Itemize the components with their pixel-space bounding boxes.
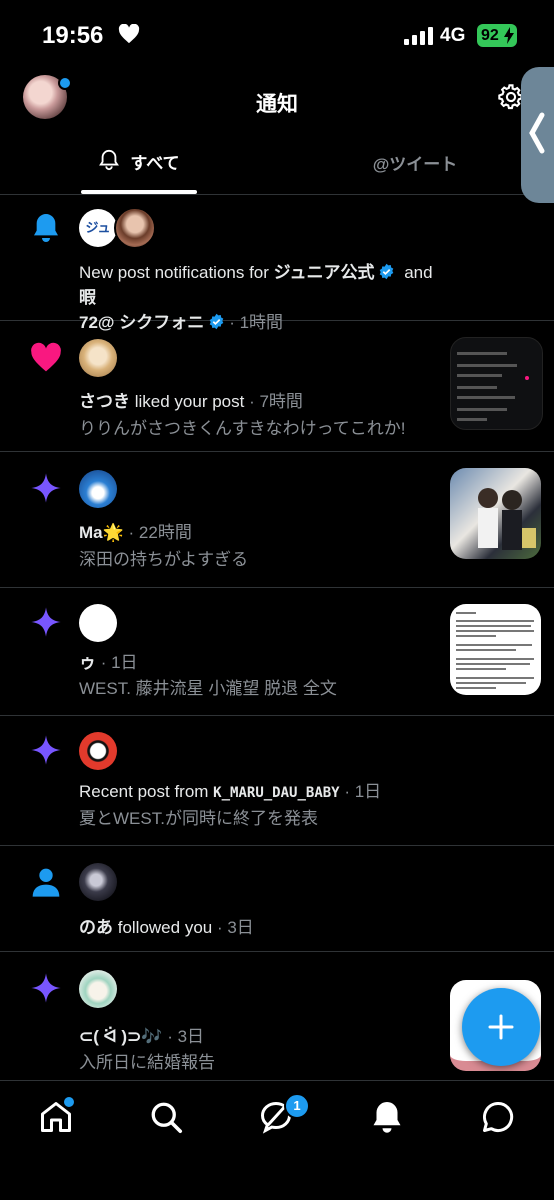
notification-row[interactable]: ジュニ New post notifications for ジュニア公式 an… <box>0 194 554 332</box>
timestamp: · 3日 <box>162 1027 205 1046</box>
battery-level: 92 <box>481 27 499 44</box>
page-title: 通知 <box>256 93 298 116</box>
notification-row[interactable]: のあ followed you · 3日 <box>0 846 554 952</box>
avatar[interactable] <box>79 339 117 377</box>
sparkle-icon <box>31 473 61 503</box>
avatar[interactable] <box>79 863 117 901</box>
avatar[interactable] <box>79 732 117 770</box>
notification-tabs: すべて @ツイート <box>0 142 554 194</box>
nav-notifications[interactable] <box>369 1099 405 1135</box>
sparkle-icon <box>31 973 61 1003</box>
photo-thumbnail-image <box>478 488 536 550</box>
timestamp: · 22時間 <box>123 523 192 542</box>
avatar[interactable]: ジュニ <box>79 209 117 247</box>
tab-all-label: すべて <box>130 154 180 173</box>
avatar[interactable] <box>79 604 117 642</box>
avatar-logo-text: ジュニ <box>85 220 111 235</box>
user-name[interactable]: K_MARU_DAU_BABY <box>213 785 339 801</box>
user-name[interactable]: ⊂( ᐛ )⊃🎶 <box>79 1027 163 1046</box>
notification-text: Ma🌟 · 22時間 <box>79 520 449 545</box>
tab-all[interactable]: すべて <box>81 142 197 194</box>
user-name[interactable]: のあ <box>79 918 113 937</box>
nav-chat[interactable] <box>480 1099 516 1135</box>
post-preview: 深田の持ちがよすぎる <box>79 550 249 569</box>
heart-status-icon <box>118 24 140 44</box>
post-preview: WEST. 藤井流星 小瀧望 脱退 全文 <box>79 679 337 698</box>
sparkle-icon <box>31 735 61 765</box>
status-bar: 19:56 4G 92 <box>0 0 554 72</box>
avatar[interactable] <box>114 207 156 249</box>
post-thumbnail[interactable] <box>450 337 543 430</box>
notification-row[interactable]: さつき liked your post · 7時間 りりんがさつきくんすきなわけ… <box>0 321 554 452</box>
timestamp: · 7時間 <box>244 392 303 411</box>
battery-indicator: 92 <box>477 24 517 47</box>
timestamp: · 1日 <box>96 653 138 672</box>
conjunction-text: and <box>399 263 433 282</box>
post-preview: 夏とWEST.が同時に終了を発表 <box>79 809 318 828</box>
bottom-navigation: 1 <box>0 1080 554 1200</box>
network-type: 4G <box>440 25 466 46</box>
notification-text-prefix: New post notifications for <box>79 263 274 282</box>
sparkle-icon <box>31 607 61 637</box>
home-new-dot <box>62 1095 76 1109</box>
post-thumbnail[interactable] <box>450 604 541 695</box>
bell-filled-icon <box>373 1102 401 1133</box>
user-name[interactable]: ジュニア公式 <box>274 263 375 282</box>
person-icon <box>32 868 60 897</box>
notification-row[interactable]: Ma🌟 · 22時間 深田の持ちがよすぎる <box>0 452 554 588</box>
side-panel-handle[interactable] <box>521 67 554 203</box>
notification-row[interactable]: ゥ · 1日 WEST. 藤井流星 小瀧望 脱退 全文 <box>0 588 554 716</box>
status-time: 19:56 <box>42 22 104 49</box>
nav-search[interactable] <box>148 1099 184 1135</box>
plus-icon <box>488 1014 514 1040</box>
notification-text: ⊂( ᐛ )⊃🎶 · 3日 <box>79 1024 449 1049</box>
post-preview: りりんがさつきくんすきなわけってこれか! <box>79 419 406 438</box>
action-text: followed you <box>113 918 213 937</box>
notification-text: のあ followed you · 3日 <box>79 915 449 940</box>
screenshot-thumbnail-image <box>457 352 529 421</box>
bell-icon <box>34 214 58 242</box>
user-name[interactable]: ゥ <box>79 653 96 672</box>
bell-tab-icon <box>99 149 120 171</box>
timestamp: · 3日 <box>212 918 254 937</box>
chat-bubble-icon <box>483 1101 514 1132</box>
notification-text: さつき liked your post · 7時間 <box>79 389 449 414</box>
chevron-left-icon <box>529 112 545 154</box>
post-thumbnail[interactable] <box>450 468 541 559</box>
avatar[interactable] <box>79 470 117 508</box>
timestamp: · 1日 <box>339 782 382 801</box>
user-name[interactable]: 暇 <box>79 288 96 307</box>
user-name[interactable]: さつき <box>79 392 130 411</box>
messages-badge: 1 <box>284 1093 310 1119</box>
verified-badge-icon <box>380 263 394 280</box>
post-preview: 入所日に結婚報告 <box>79 1053 215 1072</box>
tab-mentions-label: @ツイート <box>372 155 458 174</box>
document-thumbnail-image <box>456 612 534 689</box>
signal-icon <box>404 27 433 45</box>
notification-text: ゥ · 1日 <box>79 650 449 675</box>
user-name[interactable]: Ma🌟 <box>79 523 124 542</box>
compose-button[interactable] <box>462 988 540 1066</box>
action-text: Recent post from <box>79 782 214 801</box>
search-icon <box>151 1102 183 1134</box>
heart-icon <box>31 342 61 372</box>
charging-bolt-icon <box>504 27 514 44</box>
avatar[interactable] <box>79 970 117 1008</box>
header: 通知 すべて @ツイート <box>0 72 554 195</box>
notification-text: Recent post from K_MARU_DAU_BABY · 1日 <box>79 779 449 806</box>
action-text: liked your post <box>130 392 245 411</box>
notification-row[interactable]: Recent post from K_MARU_DAU_BABY · 1日 夏と… <box>0 716 554 846</box>
